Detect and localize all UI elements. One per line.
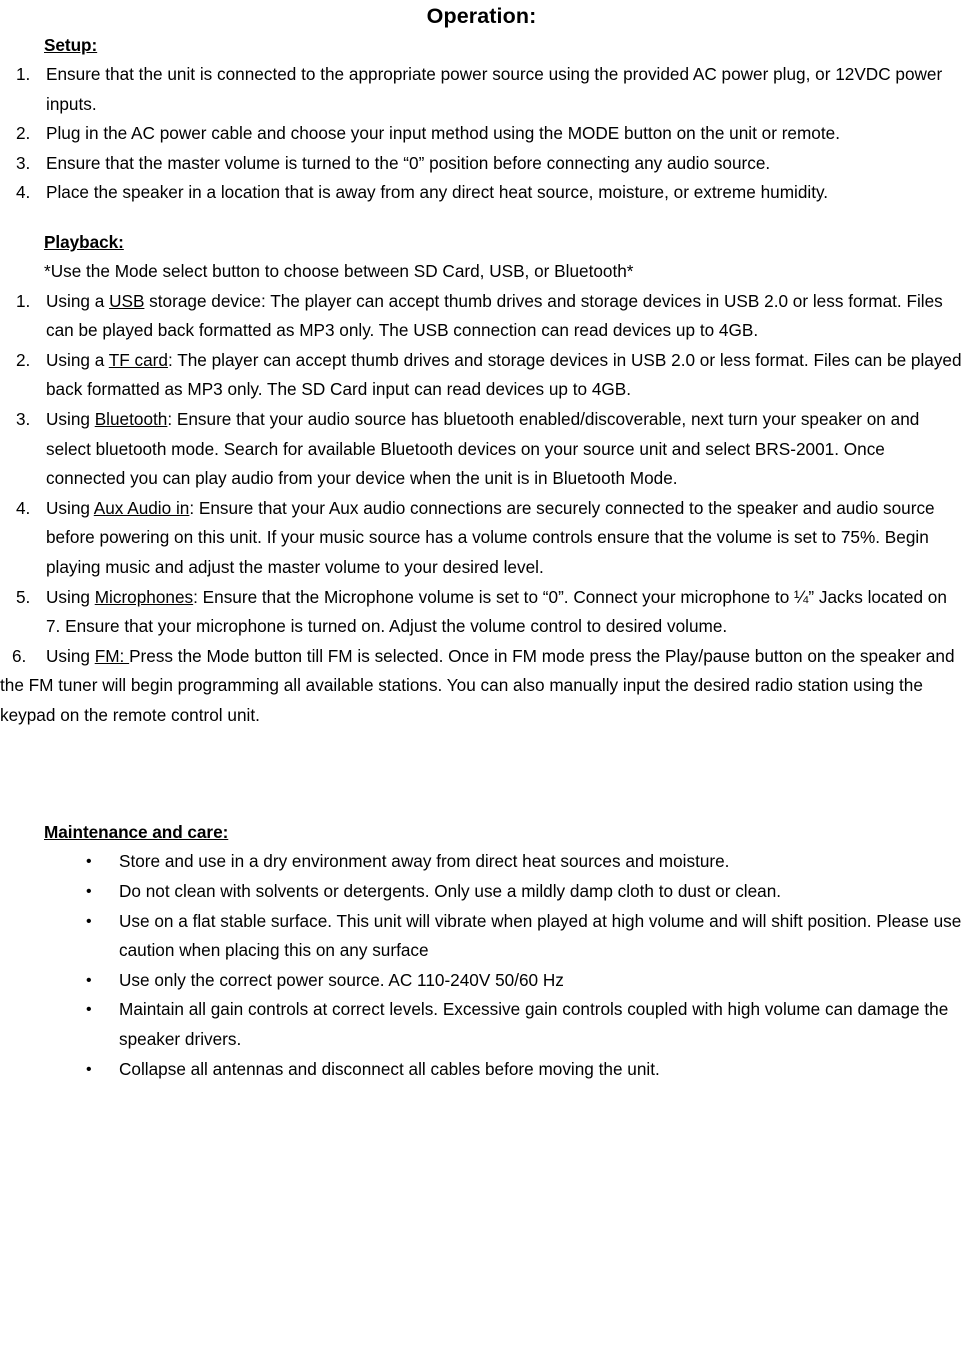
- bullet-icon: •: [86, 971, 92, 989]
- list-item: • Collapse all antennas and disconnect a…: [0, 1055, 963, 1085]
- list-marker: 3.: [16, 408, 31, 429]
- bullet-icon: •: [86, 1060, 92, 1078]
- list-item: 6. Using FM: Press the Mode button till F…: [0, 642, 963, 731]
- list-marker: 2.: [16, 349, 31, 370]
- list-item-keyword: USB: [109, 290, 145, 311]
- section-heading-setup: Setup:: [44, 35, 98, 55]
- list-item-text: Maintain all gain controls at correct le…: [119, 999, 949, 1050]
- playback-mode-note: *Use the Mode select button to choose be…: [44, 260, 634, 281]
- list-item-text: Store and use in a dry environment away …: [119, 851, 730, 872]
- list-item-text-post: Press the Mode button till FM is selecte…: [0, 645, 955, 725]
- list-item: 1. Ensure that the unit is connected to …: [0, 60, 963, 119]
- bullet-icon: •: [86, 883, 92, 901]
- list-item-keyword: FM:: [94, 645, 130, 666]
- page-title: Operation:: [426, 4, 537, 28]
- list-marker: 4.: [16, 497, 31, 518]
- list-item-text-pre: Using: [46, 408, 95, 429]
- list-marker: 1.: [16, 290, 31, 311]
- list-marker: 1.: [16, 64, 31, 84]
- list-item-text-pre: Using: [46, 497, 94, 518]
- maintenance-list: • Store and use in a dry environment awa…: [0, 847, 963, 1084]
- document-page: Operation: Setup: 1. Ensure that the uni…: [0, 0, 963, 1345]
- list-item-text-pre: Using a: [46, 349, 109, 370]
- list-marker: 6.: [12, 645, 27, 666]
- list-item-text: Do not clean with solvents or detergents…: [119, 881, 782, 902]
- list-item: • Use only the correct power source. AC …: [0, 966, 963, 996]
- list-item-text: Collapse all antennas and disconnect all…: [119, 1058, 660, 1079]
- section-heading-playback: Playback:: [44, 231, 124, 252]
- list-item: • Use on a flat stable surface. This uni…: [0, 907, 963, 966]
- list-item-keyword: Aux Audio in: [93, 497, 190, 518]
- list-item-keyword: TF card: [108, 349, 168, 370]
- playback-list: 1. Using a USB storage device: The player…: [0, 287, 963, 731]
- list-item-text: Ensure that the unit is connected to the…: [46, 64, 943, 114]
- list-marker: 3.: [16, 152, 31, 173]
- setup-list: 1. Ensure that the unit is connected to …: [0, 60, 963, 208]
- list-item-keyword: Microphones: [94, 586, 194, 607]
- list-item-text-post: storage device: The player can accept th…: [46, 290, 943, 341]
- list-item: 3. Ensure that the master volume is turn…: [0, 149, 963, 179]
- list-item: • Store and use in a dry environment awa…: [0, 847, 963, 877]
- list-item-text-pre: Using: [46, 586, 95, 607]
- list-item: 2. Using a TF card: The player can accept…: [0, 346, 963, 405]
- list-item-text-pre: Using a: [46, 290, 110, 311]
- list-item: • Maintain all gain controls at correct …: [0, 995, 963, 1054]
- list-item-text-post: : The player can accept thumb drives and…: [46, 349, 962, 400]
- list-item-text-post: : Ensure that your audio source has blue…: [46, 408, 920, 489]
- list-item-text-pre: Using: [46, 645, 95, 666]
- section-heading-maintenance: Maintenance and care:: [44, 822, 229, 843]
- list-item-text: Plug in the AC power cable and choose yo…: [46, 123, 840, 144]
- bullet-icon: •: [86, 912, 92, 930]
- bullet-icon: •: [86, 1001, 92, 1019]
- list-item: 3. Using Bluetooth: Ensure that your audi…: [0, 405, 963, 494]
- list-item: 2. Plug in the AC power cable and choose…: [0, 119, 963, 149]
- list-item-text: Use only the correct power source. AC 11…: [119, 969, 564, 990]
- list-item: 4. Using Aux Audio in: Ensure that your A…: [0, 494, 963, 583]
- list-item: 5. Using Microphones: Ensure that the Mic…: [0, 583, 963, 642]
- list-marker: 5.: [16, 586, 31, 607]
- list-item: 4. Place the speaker in a location that …: [0, 178, 963, 208]
- list-item-keyword: Bluetooth: [94, 408, 168, 429]
- list-item-text: Use on a flat stable surface. This unit …: [119, 910, 962, 961]
- list-item: 1. Using a USB storage device: The player…: [0, 287, 963, 346]
- list-marker: 4.: [16, 182, 31, 203]
- list-marker: 2.: [16, 123, 31, 144]
- list-item-text: Place the speaker in a location that is …: [46, 182, 829, 203]
- list-item-text: Ensure that the master volume is turned …: [46, 152, 771, 173]
- list-item: • Do not clean with solvents or detergen…: [0, 877, 963, 907]
- bullet-icon: •: [86, 853, 92, 871]
